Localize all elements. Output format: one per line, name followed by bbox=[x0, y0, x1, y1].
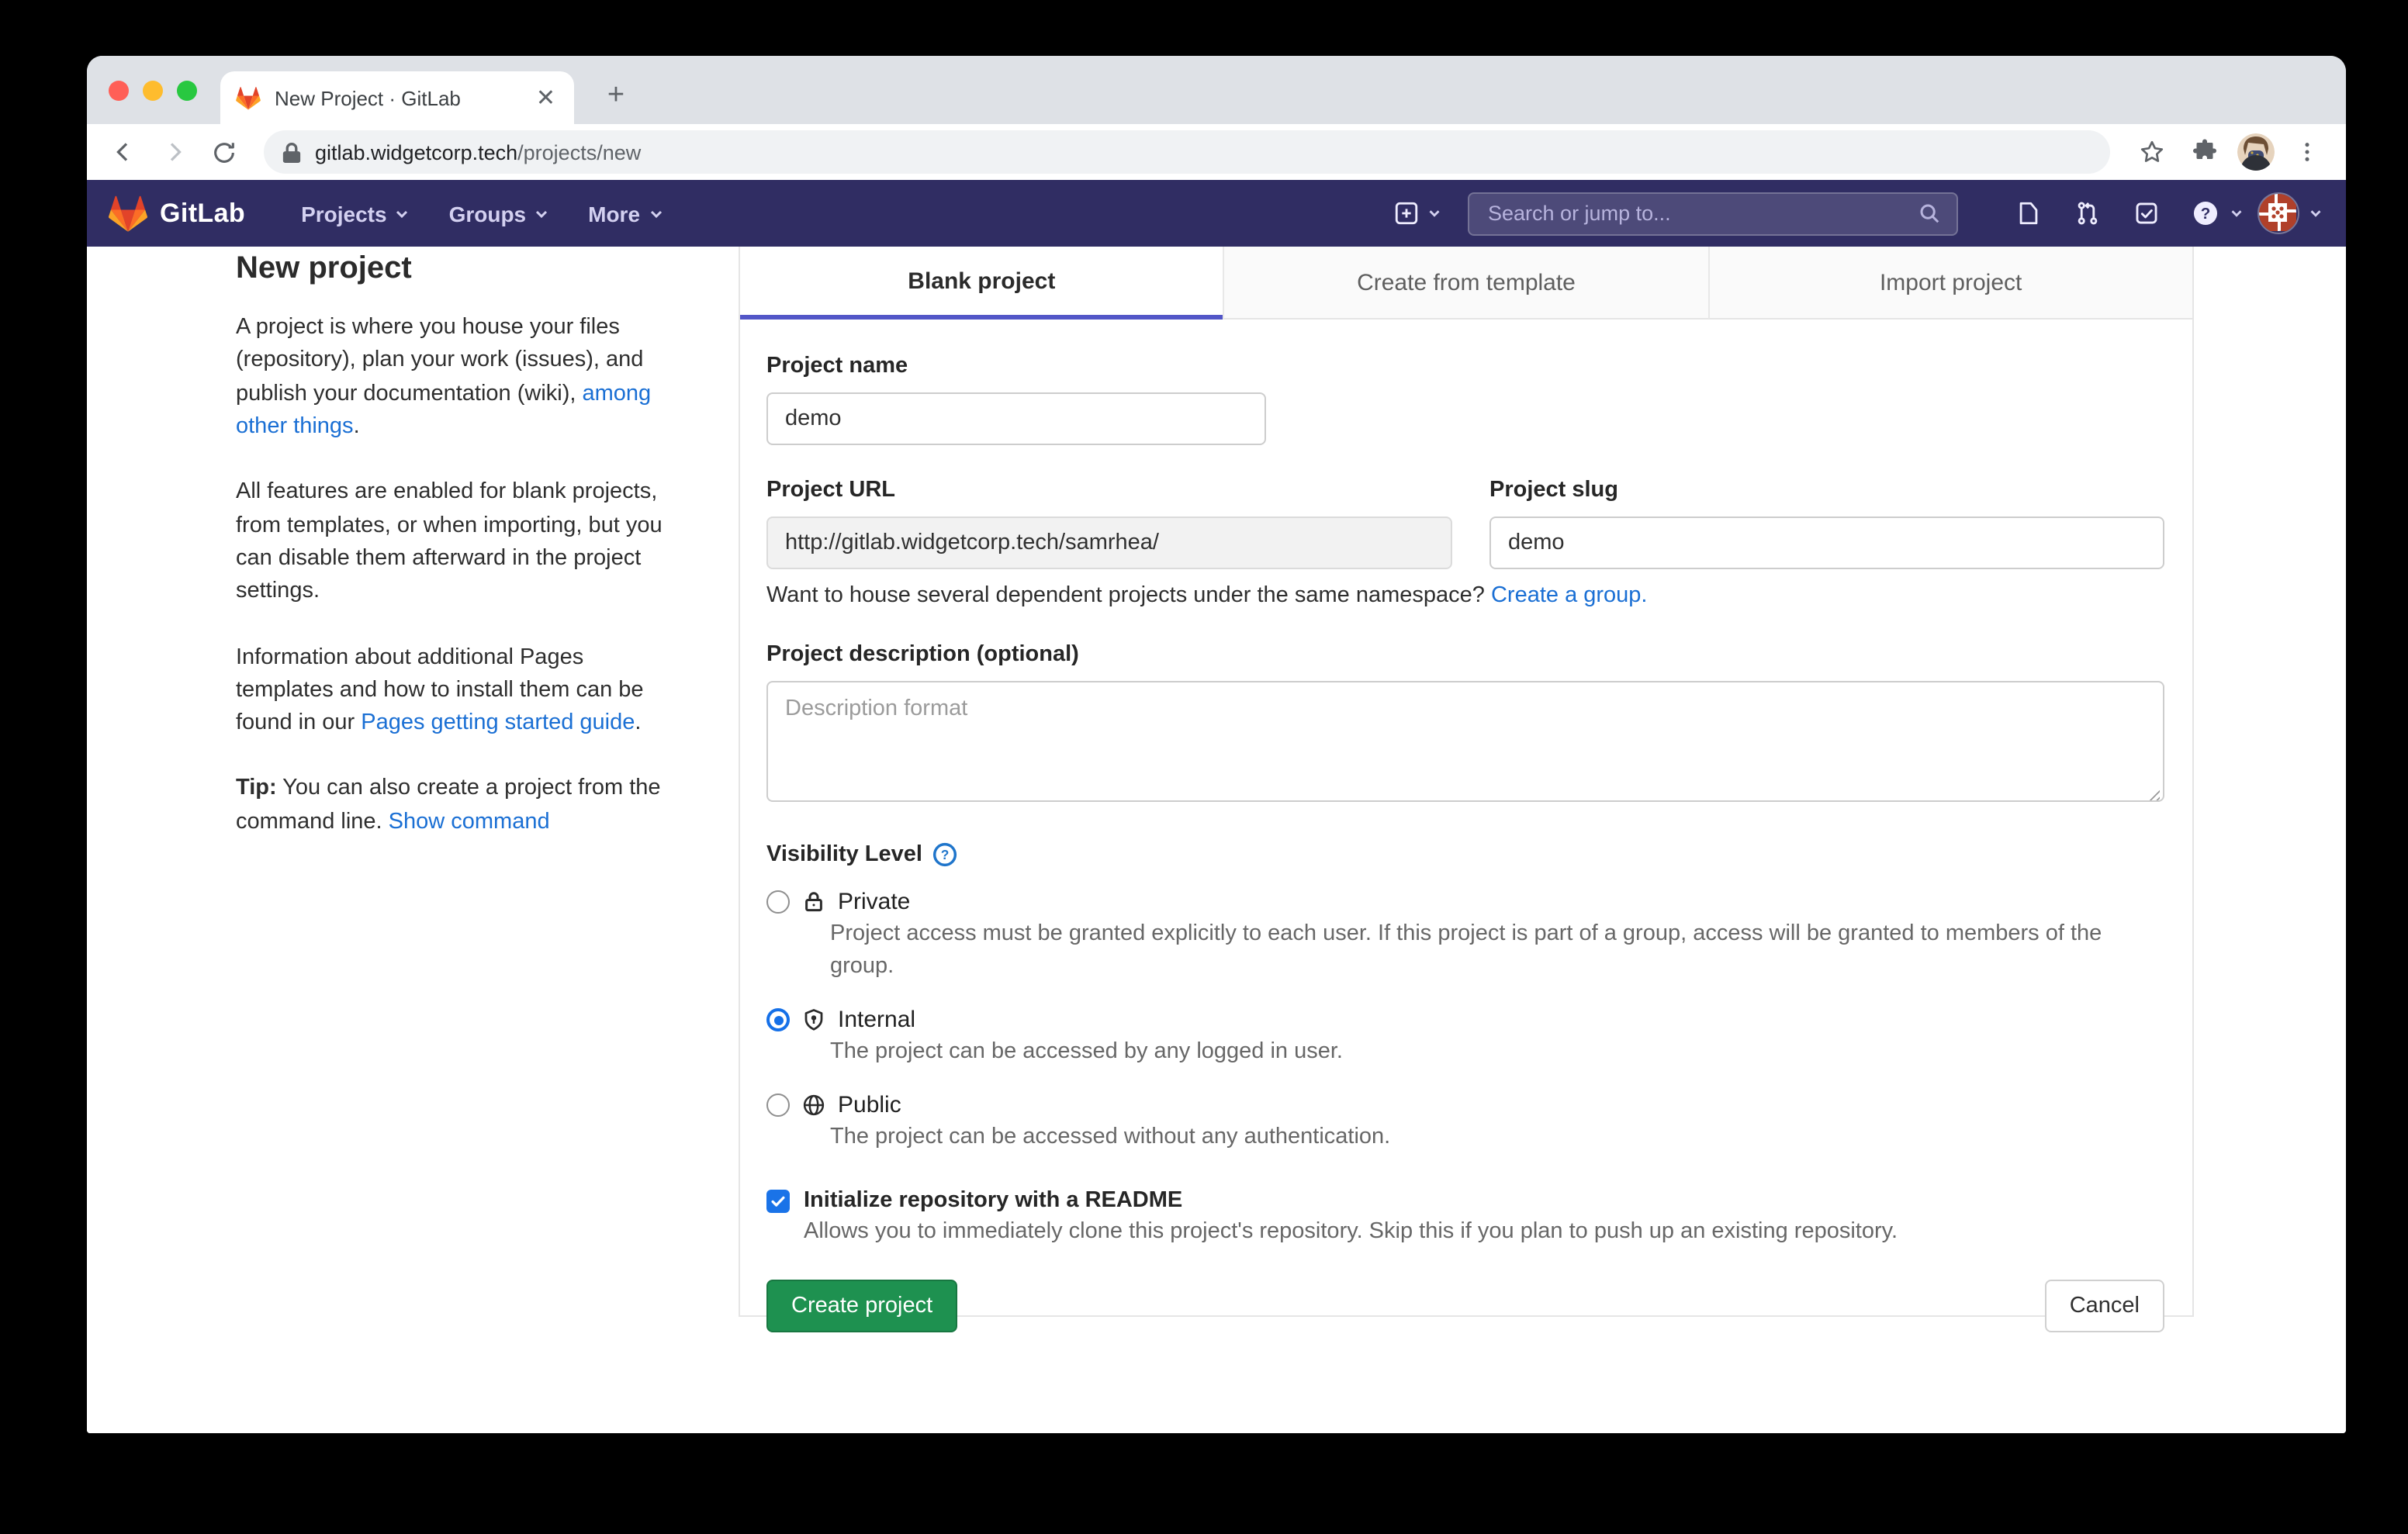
namespace-hint: Want to house several dependent projects… bbox=[766, 583, 2164, 608]
back-icon[interactable] bbox=[104, 132, 144, 172]
new-menu-button[interactable] bbox=[1393, 200, 1443, 226]
browser-menu-icon[interactable] bbox=[2287, 132, 2327, 172]
project-slug-label: Project slug bbox=[1489, 478, 2164, 503]
url-path: /projects/new bbox=[517, 140, 641, 164]
create-a-group-link[interactable]: Create a group. bbox=[1491, 583, 1648, 608]
browser-tab[interactable]: New Project · GitLab ✕ bbox=[220, 71, 574, 124]
gitlab-logo-icon bbox=[109, 195, 147, 232]
nav-menu-projects[interactable]: Projects bbox=[282, 180, 431, 247]
option-description: The project can be accessed without any … bbox=[830, 1121, 2164, 1154]
tip-label: Tip: bbox=[236, 776, 277, 801]
tab-close-icon[interactable]: ✕ bbox=[533, 83, 559, 112]
extensions-puzzle-icon[interactable] bbox=[2185, 132, 2225, 172]
globe-icon bbox=[802, 1093, 825, 1117]
forward-icon[interactable] bbox=[154, 132, 194, 172]
option-description: Project access must be granted explicitl… bbox=[830, 918, 2164, 983]
pages-guide-link[interactable]: Pages getting started guide bbox=[361, 710, 635, 735]
page-content: New project A project is where you house… bbox=[87, 247, 2346, 1433]
readme-description: Allows you to immediately clone this pro… bbox=[804, 1219, 2164, 1244]
tab-import-project[interactable]: Import project bbox=[1707, 247, 2192, 320]
visibility-option-private: Private Project access must be granted e… bbox=[766, 889, 2164, 983]
sidebar-paragraph: A project is where you house your files … bbox=[236, 312, 680, 444]
project-description-textarea[interactable] bbox=[766, 681, 2164, 802]
tab-title: New Project · GitLab bbox=[275, 86, 533, 109]
window-controls bbox=[109, 81, 197, 101]
option-name: Public bbox=[838, 1092, 901, 1118]
nav-menu-groups[interactable]: Groups bbox=[431, 180, 570, 247]
chevron-down-icon bbox=[532, 204, 551, 223]
option-name: Private bbox=[838, 889, 910, 915]
gitlab-brand-name: GitLab bbox=[160, 198, 245, 229]
bookmark-star-icon[interactable] bbox=[2132, 132, 2172, 172]
cancel-button[interactable]: Cancel bbox=[2045, 1280, 2164, 1332]
search-icon bbox=[1918, 202, 1941, 225]
sidebar-paragraph: Information about additional Pages templ… bbox=[236, 641, 680, 741]
show-command-link[interactable]: Show command bbox=[389, 810, 550, 834]
project-slug-input[interactable] bbox=[1489, 517, 2164, 569]
browser-profile-avatar[interactable] bbox=[2237, 133, 2275, 171]
visibility-option-internal: Internal The project can be accessed by … bbox=[766, 1007, 2164, 1069]
option-description: The project can be accessed by any logge… bbox=[830, 1036, 2164, 1069]
private-radio[interactable] bbox=[766, 890, 790, 914]
project-url-label: Project URL bbox=[766, 478, 1452, 503]
project-type-tabs: Blank project Create from template Impor… bbox=[740, 247, 2192, 320]
nav-menu-more[interactable]: More bbox=[569, 180, 683, 247]
zoom-window-button[interactable] bbox=[177, 81, 197, 101]
shield-icon bbox=[802, 1008, 825, 1031]
search-input[interactable] bbox=[1485, 200, 1918, 226]
chevron-down-icon bbox=[2228, 205, 2245, 222]
create-project-button[interactable]: Create project bbox=[766, 1280, 957, 1332]
chevron-down-icon bbox=[646, 204, 665, 223]
visibility-option-public: Public The project can be accessed witho… bbox=[766, 1092, 2164, 1154]
issues-icon[interactable] bbox=[2005, 190, 2051, 237]
new-project-panel: Blank project Create from template Impor… bbox=[739, 247, 2194, 1317]
project-url-input[interactable] bbox=[766, 517, 1452, 569]
chevron-down-icon bbox=[2307, 205, 2324, 222]
readme-checkbox[interactable] bbox=[766, 1189, 790, 1212]
gitlab-brand[interactable]: GitLab bbox=[109, 195, 245, 232]
reload-icon[interactable] bbox=[203, 132, 244, 172]
project-description-label: Project description (optional) bbox=[766, 642, 2164, 667]
gitlab-navbar: GitLab Projects Groups More bbox=[87, 180, 2346, 247]
svg-text:?: ? bbox=[2200, 205, 2210, 223]
internal-radio[interactable] bbox=[766, 1008, 790, 1031]
chevron-down-icon bbox=[393, 204, 412, 223]
tab-blank-project[interactable]: Blank project bbox=[740, 247, 1223, 320]
gitlab-favicon bbox=[236, 86, 261, 109]
lock-icon bbox=[802, 890, 825, 914]
plus-square-icon bbox=[1393, 200, 1420, 226]
check-icon bbox=[770, 1192, 787, 1209]
screenshot-viewport: New Project · GitLab ✕ + gitla bbox=[0, 0, 2408, 1534]
minimize-window-button[interactable] bbox=[143, 81, 163, 101]
page-title: New project bbox=[236, 251, 680, 287]
project-name-input[interactable] bbox=[766, 392, 1266, 445]
new-tab-button[interactable]: + bbox=[596, 76, 636, 116]
public-radio[interactable] bbox=[766, 1093, 790, 1117]
svg-text:?: ? bbox=[942, 847, 950, 862]
sidebar-tip: Tip: You can also create a project from … bbox=[236, 773, 680, 839]
tab-create-from-template[interactable]: Create from template bbox=[1223, 247, 1708, 320]
todos-icon[interactable] bbox=[2123, 190, 2169, 237]
blank-project-form: Project name Project URL Project slug bbox=[740, 320, 2192, 1332]
new-project-sidebar: New project A project is where you house… bbox=[236, 251, 680, 872]
https-lock-icon bbox=[282, 142, 301, 162]
browser-tab-strip: New Project · GitLab ✕ + bbox=[87, 56, 2346, 124]
project-name-label: Project name bbox=[766, 354, 1266, 378]
merge-requests-icon[interactable] bbox=[2064, 190, 2110, 237]
browser-toolbar: gitlab.widgetcorp.tech/projects/new bbox=[87, 124, 2346, 180]
readme-option: Initialize repository with a README Allo… bbox=[766, 1188, 2164, 1244]
readme-label: Initialize repository with a README bbox=[804, 1188, 1182, 1213]
option-name: Internal bbox=[838, 1007, 915, 1033]
global-search[interactable] bbox=[1468, 192, 1958, 235]
visibility-help-icon[interactable]: ? bbox=[933, 842, 958, 867]
help-icon[interactable]: ? bbox=[2181, 190, 2228, 237]
visibility-level-label: Visibility Level bbox=[766, 842, 922, 867]
url-host: gitlab.widgetcorp.tech bbox=[315, 140, 517, 164]
close-window-button[interactable] bbox=[109, 81, 129, 101]
url-bar[interactable]: gitlab.widgetcorp.tech/projects/new bbox=[264, 130, 2110, 174]
browser-window: New Project · GitLab ✕ + gitla bbox=[87, 56, 2346, 1433]
chevron-down-icon bbox=[1426, 205, 1443, 222]
sidebar-paragraph: All features are enabled for blank proje… bbox=[236, 477, 680, 610]
user-avatar[interactable] bbox=[2258, 192, 2299, 234]
